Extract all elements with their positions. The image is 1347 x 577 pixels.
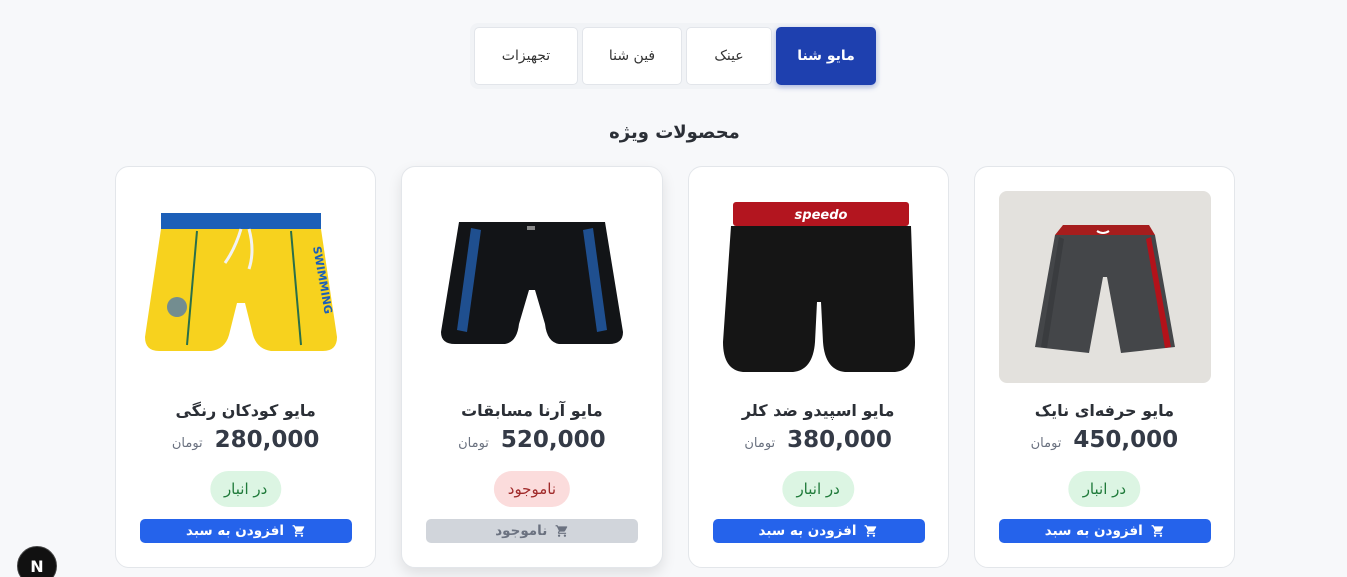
product-image: SWIMMING [140,191,352,383]
add-to-cart-button[interactable]: افزودن به سبد [712,519,925,543]
product-name: مایو کودکان رنگی [175,401,316,420]
price-unit: تومان [458,436,489,451]
product-image [998,191,1211,383]
product-price: 450,000 [1073,427,1179,453]
out-of-stock-label: ناموجود [495,523,548,539]
product-price: 280,000 [214,427,320,453]
product-card[interactable]: مایو آرنا مسابقات 520,000 تومان ناموجود … [401,166,663,568]
shorts-yellow-kids-icon: SWIMMING [145,213,337,351]
tab-fins[interactable]: فین شنا [582,27,682,85]
stock-badge: ناموجود [493,471,570,507]
product-image [426,191,638,383]
price-row: 520,000 تومان [402,427,661,453]
shorts-gray-red-icon [1034,225,1175,353]
nextjs-logo-icon[interactable]: N [17,546,57,577]
product-price: 380,000 [787,427,892,453]
product-card[interactable]: مایو حرفه‌ای نایک 450,000 تومان در انبار… [973,166,1235,568]
add-to-cart-label: افزودن به سبد [186,523,284,539]
tab-swimsuits[interactable]: مایو شنا [776,27,876,85]
add-to-cart-button[interactable]: افزودن به سبد [140,519,352,543]
cart-icon [865,525,877,537]
shorts-black-speedo-icon: speedo [722,202,915,372]
stock-badge: در انبار [782,471,854,507]
add-to-cart-label: افزودن به سبد [758,523,857,539]
price-row: 450,000 تومان [975,427,1234,453]
svg-text:speedo: speedo [794,208,847,223]
product-grid: مایو حرفه‌ای نایک 450,000 تومان در انبار… [115,166,1235,568]
product-name: مایو اسپیدو ضد کلر [741,401,895,420]
add-to-cart-label: افزودن به سبد [1044,523,1143,539]
price-unit: تومان [1030,436,1062,451]
price-row: 280,000 تومان [116,427,375,453]
out-of-stock-button: ناموجود [426,519,639,543]
cart-icon [555,525,568,537]
product-name: مایو آرنا مسابقات [461,401,603,420]
product-card[interactable]: SWIMMING مایو کودکان رنگی 280,000 تومان … [115,166,377,568]
category-tabs: مایو شنا عینک فین شنا تجهیزات [470,23,880,89]
product-name: مایو حرفه‌ای نایک [1034,401,1175,420]
add-to-cart-button[interactable]: افزودن به سبد [998,519,1211,543]
tab-goggles[interactable]: عینک [686,27,772,85]
product-image: speedo [713,191,925,383]
cart-icon [1151,525,1163,537]
product-card[interactable]: speedo مایو اسپیدو ضد کلر 380,000 تومان … [687,166,949,568]
price-unit: تومان [171,436,203,451]
stock-badge: در انبار [1068,471,1141,507]
tab-equipment[interactable]: تجهیزات [474,27,578,85]
product-price: 520,000 [500,427,606,453]
cart-icon [292,525,305,537]
section-title: محصولات ویژه [609,122,740,143]
trunks-black-blue-icon [441,222,624,344]
price-row: 380,000 تومان [689,427,948,453]
price-unit: تومان [744,436,776,451]
stock-badge: در انبار [209,471,282,507]
